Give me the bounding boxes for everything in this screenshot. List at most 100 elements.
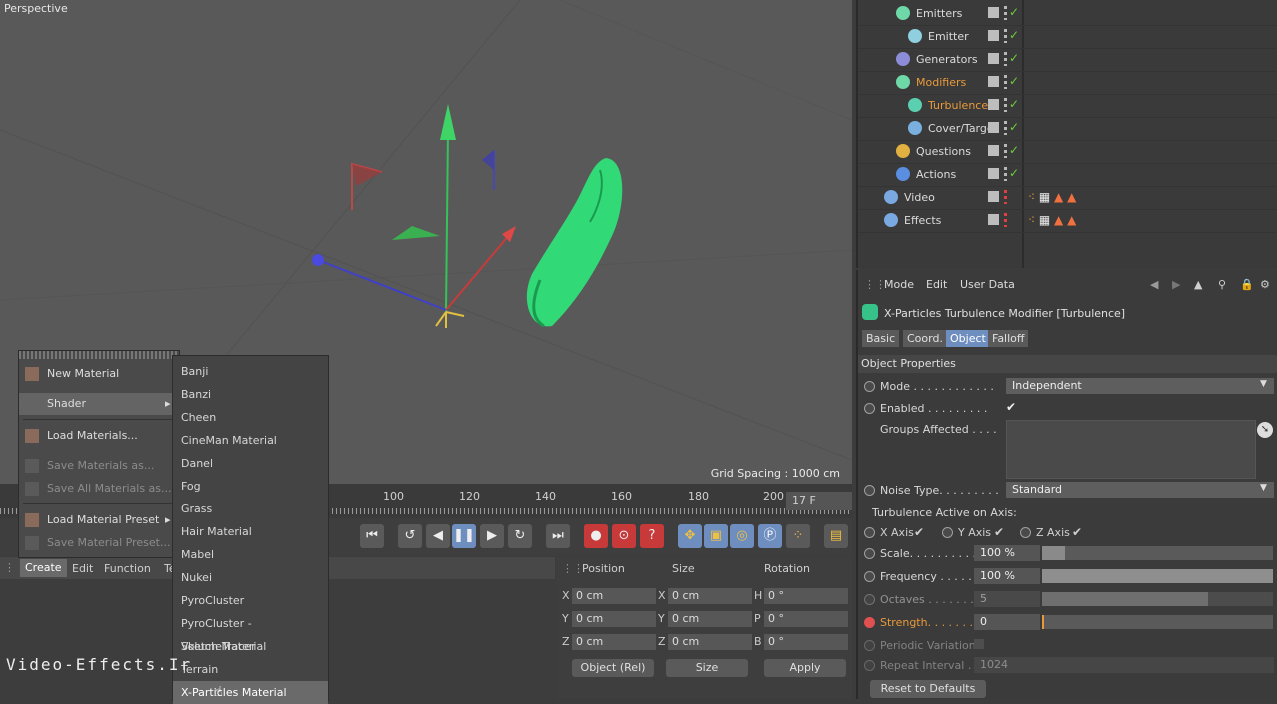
octaves-slider[interactable] [1042, 592, 1273, 606]
coord-mode-select[interactable]: Object (Rel) [572, 659, 654, 677]
edit-visibility-icon[interactable] [988, 30, 999, 41]
render-dots-icon[interactable] [1004, 98, 1007, 112]
mode-select[interactable]: Independent [1006, 378, 1274, 394]
enabled-check-icon[interactable]: ✓ [1009, 143, 1019, 157]
back-arrow-icon[interactable]: ◀ [1150, 278, 1158, 291]
object-row-actions[interactable]: Actions ✓ [858, 164, 1277, 187]
triangle-tag-icon[interactable]: ▲ [1067, 190, 1076, 204]
frequency-field[interactable]: 100 % [974, 568, 1040, 584]
goto-start-button[interactable]: ⏮ [360, 524, 384, 548]
render-dots-icon[interactable] [1004, 167, 1007, 181]
size-field[interactable]: 0 cm [668, 588, 752, 604]
point-level-icon[interactable]: ⁘ [786, 524, 810, 548]
object-row-emitter[interactable]: Emitter ✓ [858, 26, 1277, 49]
menu-mode[interactable]: Mode [884, 278, 914, 291]
repeat-animate-radio[interactable] [864, 660, 875, 671]
rotation-field[interactable]: 0 ° [764, 611, 848, 627]
menu-edit[interactable]: Edit [926, 278, 947, 291]
noise-type-select[interactable]: Standard [1006, 482, 1274, 498]
enabled-checkbox[interactable]: ✔ [1006, 400, 1016, 414]
viewport-name[interactable]: Perspective [4, 2, 68, 15]
shader-menu-item[interactable]: Mabel [173, 543, 328, 566]
object-row-generators[interactable]: Generators ✓ [858, 49, 1277, 72]
edit-visibility-icon[interactable] [988, 53, 999, 64]
shader-menu-item[interactable]: CineMan Material [173, 429, 328, 452]
edit-visibility-icon[interactable] [988, 122, 999, 133]
shader-menu-item[interactable]: Terrain [173, 658, 328, 681]
shader-menu-item[interactable]: Fog [173, 475, 328, 498]
size-field[interactable]: 0 cm [668, 611, 752, 627]
object-row-cover-target[interactable]: Cover/Target ✓ [858, 118, 1277, 141]
render-dots-icon[interactable] [1004, 6, 1007, 20]
create-menu-item[interactable]: Load Materials... [19, 425, 179, 447]
tab-falloff[interactable]: Falloff [988, 330, 1029, 347]
position-field[interactable]: 0 cm [572, 634, 656, 650]
periodic-checkbox[interactable] [974, 639, 984, 649]
z-axis-checkbox[interactable]: ✔ [1072, 525, 1082, 539]
edit-visibility-icon[interactable] [988, 214, 999, 225]
rotate-key-icon[interactable]: ◎ [730, 524, 754, 548]
render-dots-icon[interactable] [1004, 75, 1007, 89]
shader-menu-item[interactable]: PyroCluster [173, 589, 328, 612]
tab-basic[interactable]: Basic [862, 330, 900, 347]
scale-key-icon[interactable]: ▣ [704, 524, 728, 548]
menu-function[interactable]: Function [104, 562, 151, 575]
shader-menu-item[interactable]: PyroCluster - VolumeTracer [173, 612, 328, 653]
create-menu-item[interactable]: Load Material Preset ▸ [19, 509, 179, 531]
checker-tag-icon[interactable]: ▦ [1039, 190, 1050, 204]
periodic-animate-radio[interactable] [864, 640, 875, 651]
settings-icon[interactable]: ⚙ [1260, 278, 1270, 291]
strength-field[interactable]: 0 [974, 614, 1040, 630]
menu-create[interactable]: Create [20, 559, 67, 577]
next-key-button[interactable]: ↻ [508, 524, 532, 548]
shader-menu-item[interactable]: Grass [173, 497, 328, 520]
triangle-tag-icon[interactable]: ▲ [1054, 190, 1063, 204]
create-menu-item[interactable]: New Material [19, 363, 179, 385]
next-frame-button[interactable]: ▶ [480, 524, 504, 548]
render-dots-icon[interactable] [1004, 121, 1007, 135]
coordinates-manager[interactable]: ⋮⋮ Position Size Rotation X0 cm X 0 cm H 0 °… [556, 557, 852, 699]
object-row-video[interactable]: Video ⁖ ▦ ▲ ▲ [858, 187, 1277, 210]
move-key-icon[interactable]: ✥ [678, 524, 702, 548]
position-field[interactable]: 0 cm [572, 611, 656, 627]
xp-tag-icon[interactable]: ⁖ [1028, 213, 1035, 227]
reset-defaults-button[interactable]: Reset to Defaults [870, 680, 986, 698]
forward-arrow-icon[interactable]: ▶ [1172, 278, 1180, 291]
lock-icon[interactable]: 🔒 [1240, 278, 1254, 291]
z-axis-animate-radio[interactable] [1020, 527, 1031, 538]
coord-size-select[interactable]: Size [666, 659, 748, 677]
object-row-questions[interactable]: Questions ✓ [858, 141, 1277, 164]
octaves-animate-radio[interactable] [864, 594, 875, 605]
up-arrow-icon[interactable]: ▲ [1194, 278, 1202, 291]
xp-tag-icon[interactable]: ⁖ [1028, 190, 1035, 204]
menu-edit[interactable]: Edit [72, 562, 93, 575]
scale-animate-radio[interactable] [864, 548, 875, 559]
menu-tearoff-grip[interactable] [19, 351, 179, 359]
triangle-tag-icon[interactable]: ▲ [1054, 213, 1063, 227]
frequency-slider[interactable] [1042, 569, 1273, 583]
enabled-check-icon[interactable]: ✓ [1009, 51, 1019, 65]
pause-button[interactable]: ❚❚ [452, 524, 476, 548]
object-manager[interactable]: Emitters ✓ Emitter ✓ Generators ✓ Modifiers ✓ Tu… [856, 0, 1277, 268]
menu-user-data[interactable]: User Data [960, 278, 1015, 291]
goto-end-button[interactable]: ⏭ [546, 524, 570, 548]
enabled-check-icon[interactable]: ✓ [1009, 74, 1019, 88]
shader-menu-item[interactable]: Cheen [173, 406, 328, 429]
x-axis-checkbox[interactable]: ✔ [914, 525, 924, 539]
search-icon[interactable]: ⚲ [1218, 278, 1226, 291]
current-frame-field[interactable]: 17 F [786, 492, 852, 510]
shader-menu-item[interactable]: X-Particles Material [173, 680, 328, 704]
prev-key-button[interactable]: ↺ [398, 524, 422, 548]
groups-list[interactable] [1006, 420, 1256, 479]
edit-visibility-icon[interactable] [988, 145, 999, 156]
noise-animate-radio[interactable] [864, 485, 875, 496]
object-row-turbulence[interactable]: Turbulence ✓ [858, 95, 1277, 118]
create-menu-item[interactable]: Shader ▸ [19, 393, 179, 415]
timeline-window-icon[interactable]: ▤ [824, 524, 848, 548]
object-row-emitters[interactable]: Emitters ✓ [858, 3, 1277, 26]
shader-menu-item[interactable]: Hair Material [173, 520, 328, 543]
shader-menu-item[interactable]: Banji [173, 360, 328, 383]
repeat-field[interactable]: 1024 [974, 657, 1274, 673]
shader-menu-item[interactable]: Nukei [173, 566, 328, 589]
render-dots-icon[interactable] [1004, 29, 1007, 43]
